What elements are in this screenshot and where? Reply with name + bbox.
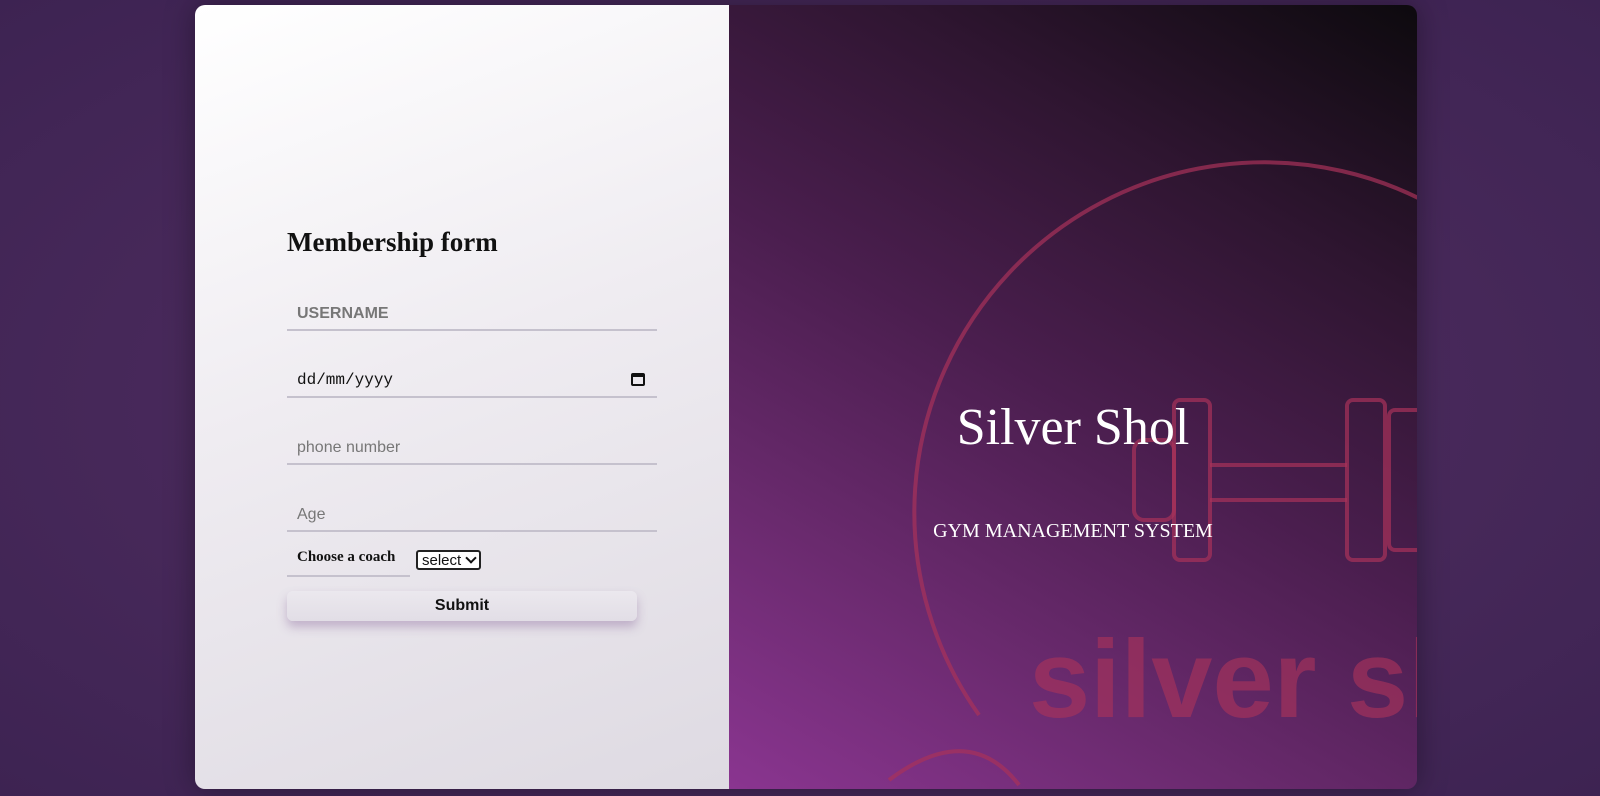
age-field-wrapper bbox=[287, 500, 657, 532]
date-input[interactable]: dd/mm/yyyy bbox=[297, 371, 393, 389]
membership-form: Membership form dd/mm/yyyy Choose a coac… bbox=[287, 225, 657, 621]
coach-row: Choose a coach select bbox=[287, 541, 657, 577]
form-panel: Membership form dd/mm/yyyy Choose a coac… bbox=[195, 5, 729, 789]
coach-label: Choose a coach bbox=[287, 541, 410, 577]
submit-button[interactable]: Submit bbox=[287, 591, 637, 621]
logo-swoosh bbox=[887, 749, 1021, 787]
username-field-wrapper bbox=[287, 299, 657, 331]
chevron-down-icon bbox=[465, 552, 477, 564]
watermark-text: silver sh bbox=[1029, 618, 1417, 741]
logo-watermark: silver sh bbox=[887, 160, 1417, 787]
calendar-icon[interactable] bbox=[631, 373, 645, 386]
brand-subtitle: GYM MANAGEMENT SYSTEM bbox=[933, 520, 1213, 542]
brand-title: Silver Shol bbox=[956, 399, 1190, 456]
phone-input[interactable] bbox=[287, 433, 657, 463]
login-card: Membership form dd/mm/yyyy Choose a coac… bbox=[195, 5, 1417, 789]
username-input[interactable] bbox=[287, 299, 657, 329]
form-title: Membership form bbox=[287, 227, 498, 257]
brand-panel: silver sh Silver Shol GYM MANAGEMENT SYS… bbox=[729, 5, 1417, 789]
date-field[interactable]: dd/mm/yyyy bbox=[287, 366, 657, 398]
phone-field-wrapper bbox=[287, 433, 657, 465]
coach-select-value: select bbox=[422, 551, 462, 569]
age-input[interactable] bbox=[287, 500, 657, 530]
coach-select[interactable]: select bbox=[416, 550, 482, 570]
